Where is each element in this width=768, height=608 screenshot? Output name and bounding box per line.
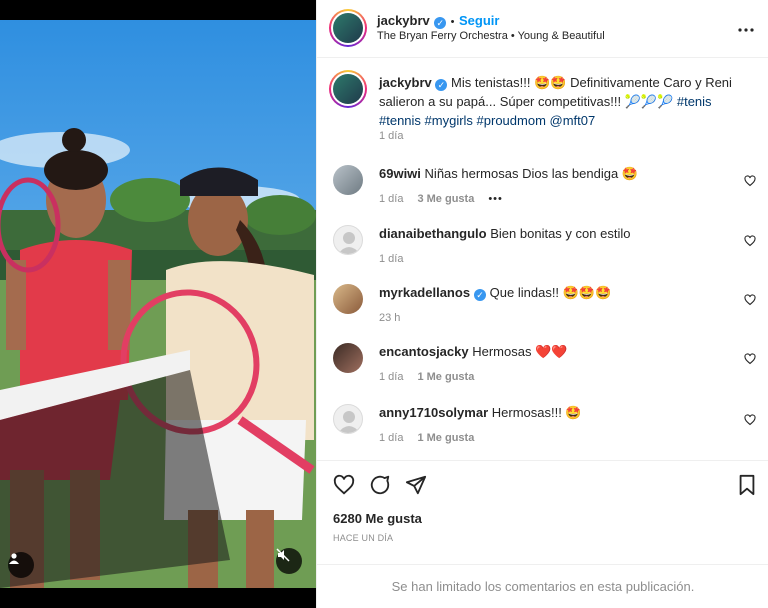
comment-meta: 23 h (379, 312, 400, 324)
verified-icon: ✓ (435, 79, 448, 91)
header-dot: • (450, 16, 455, 28)
post-side-panel: jackybrv ✓ • Seguir The Bryan Ferry Orch… (316, 0, 768, 608)
caption-time: 1 día (379, 130, 404, 142)
author-avatar (333, 13, 363, 43)
comment-body: Que lindas!! 🤩🤩🤩 (489, 285, 612, 300)
audio-artist: The Bryan Ferry Orchestra (377, 30, 508, 42)
action-bar (317, 460, 768, 510)
comment-more-options[interactable]: ••• (488, 193, 503, 205)
commenter-username[interactable]: 69wiwi (379, 166, 421, 181)
audio-info[interactable]: The Bryan Ferry Orchestra • Young & Beau… (377, 30, 605, 42)
commenter-avatar[interactable] (333, 284, 363, 314)
speaker-muted-icon (276, 548, 290, 562)
verified-icon: ✓ (474, 289, 487, 301)
user-tag-button[interactable] (8, 552, 34, 578)
comment-body: Bien bonitas y con estilo (490, 226, 631, 241)
comment-text-line: 69wiwi Niñas hermosas Dios las bendiga 🤩 (379, 165, 638, 183)
comment-time: 1 día (379, 193, 404, 205)
commenter-username[interactable]: encantosjacky (379, 344, 469, 359)
comment-meta: 1 día 1 Me gusta (379, 371, 474, 383)
comment-likes[interactable]: 1 Me gusta (417, 371, 474, 383)
caption-avatar (333, 74, 363, 104)
mute-button[interactable] (276, 548, 302, 574)
default-avatar-icon (338, 232, 360, 254)
comment-body: Hermosas ❤️❤️ (472, 344, 568, 359)
commenter-username[interactable]: myrkadellanos (379, 285, 470, 300)
default-avatar-icon (338, 411, 360, 433)
comment-meta: 1 día 3 Me gusta ••• (379, 193, 503, 205)
comment-text-line: dianaibethangulo Bien bonitas y con esti… (379, 225, 630, 243)
comment-time: 1 día (379, 253, 404, 265)
verified-icon: ✓ (434, 17, 447, 29)
comment-item: encantosjacky Hermosas ❤️❤️ 1 día 1 Me gus… (333, 343, 756, 393)
comment-icon[interactable] (369, 474, 391, 496)
comment-item: myrkadellanos ✓ Que lindas!! 🤩🤩🤩 23 h (333, 284, 756, 334)
commenter-username[interactable]: dianaibethangulo (379, 226, 487, 241)
comment-like-heart-icon[interactable] (744, 294, 756, 306)
commenter-username[interactable]: anny1710solymar (379, 405, 488, 420)
post-time: HACE UN DÍA (333, 533, 394, 543)
comments-limited-notice: Se han limitado los comentarios en esta … (317, 564, 768, 608)
caption-avatar-ring[interactable] (329, 70, 367, 108)
comment-like-heart-icon[interactable] (744, 235, 756, 247)
comment-text-line: myrkadellanos ✓ Que lindas!! 🤩🤩🤩 (379, 284, 611, 302)
comment-like-heart-icon[interactable] (744, 175, 756, 187)
post-header: jackybrv ✓ • Seguir The Bryan Ferry Orch… (317, 0, 768, 58)
more-horizontal-icon (738, 28, 754, 32)
author-avatar-ring[interactable] (329, 9, 367, 47)
comment-body: Niñas hermosas Dios las bendiga 🤩 (424, 166, 638, 181)
user-icon (9, 553, 19, 564)
likes-count[interactable]: 6280 Me gusta (333, 511, 422, 526)
caption-username[interactable]: jackybrv (379, 75, 432, 90)
paper-plane-icon[interactable] (405, 474, 427, 496)
more-options-button[interactable] (737, 22, 755, 32)
audio-separator: • (510, 30, 515, 42)
comment-time: 23 h (379, 312, 401, 324)
comment-time: 1 día (379, 432, 404, 444)
comment-like-heart-icon[interactable] (744, 353, 756, 365)
post-photo (0, 0, 316, 608)
comment-likes[interactable]: 3 Me gusta (417, 193, 474, 205)
comment-body: Hermosas!!! 🤩 (491, 405, 582, 420)
audio-track: Young & Beautiful (517, 30, 605, 42)
commenter-avatar[interactable] (333, 225, 363, 255)
comment-likes[interactable]: 1 Me gusta (417, 432, 474, 444)
comment-meta: 1 día 1 Me gusta (379, 432, 474, 444)
comment-text-line: anny1710solymar Hermosas!!! 🤩 (379, 404, 582, 422)
author-username[interactable]: jackybrv (377, 13, 430, 28)
post-media[interactable] (0, 0, 316, 608)
follow-button[interactable]: Seguir (459, 13, 499, 28)
commenter-avatar[interactable] (333, 404, 363, 434)
comment-text-line: encantosjacky Hermosas ❤️❤️ (379, 343, 567, 361)
heart-icon[interactable] (333, 474, 355, 496)
comment-like-heart-icon[interactable] (744, 414, 756, 426)
comment-item: dianaibethangulo Bien bonitas y con esti… (333, 225, 756, 275)
commenter-avatar[interactable] (333, 343, 363, 373)
bookmark-icon[interactable] (737, 474, 757, 496)
comment-time: 1 día (379, 371, 404, 383)
comment-meta: 1 día (379, 253, 403, 265)
comment-item: anny1710solymar Hermosas!!! 🤩 1 día 1 Me g… (333, 404, 756, 454)
comment-item: 69wiwi Niñas hermosas Dios las bendiga 🤩… (333, 165, 756, 215)
commenter-avatar[interactable] (333, 165, 363, 195)
